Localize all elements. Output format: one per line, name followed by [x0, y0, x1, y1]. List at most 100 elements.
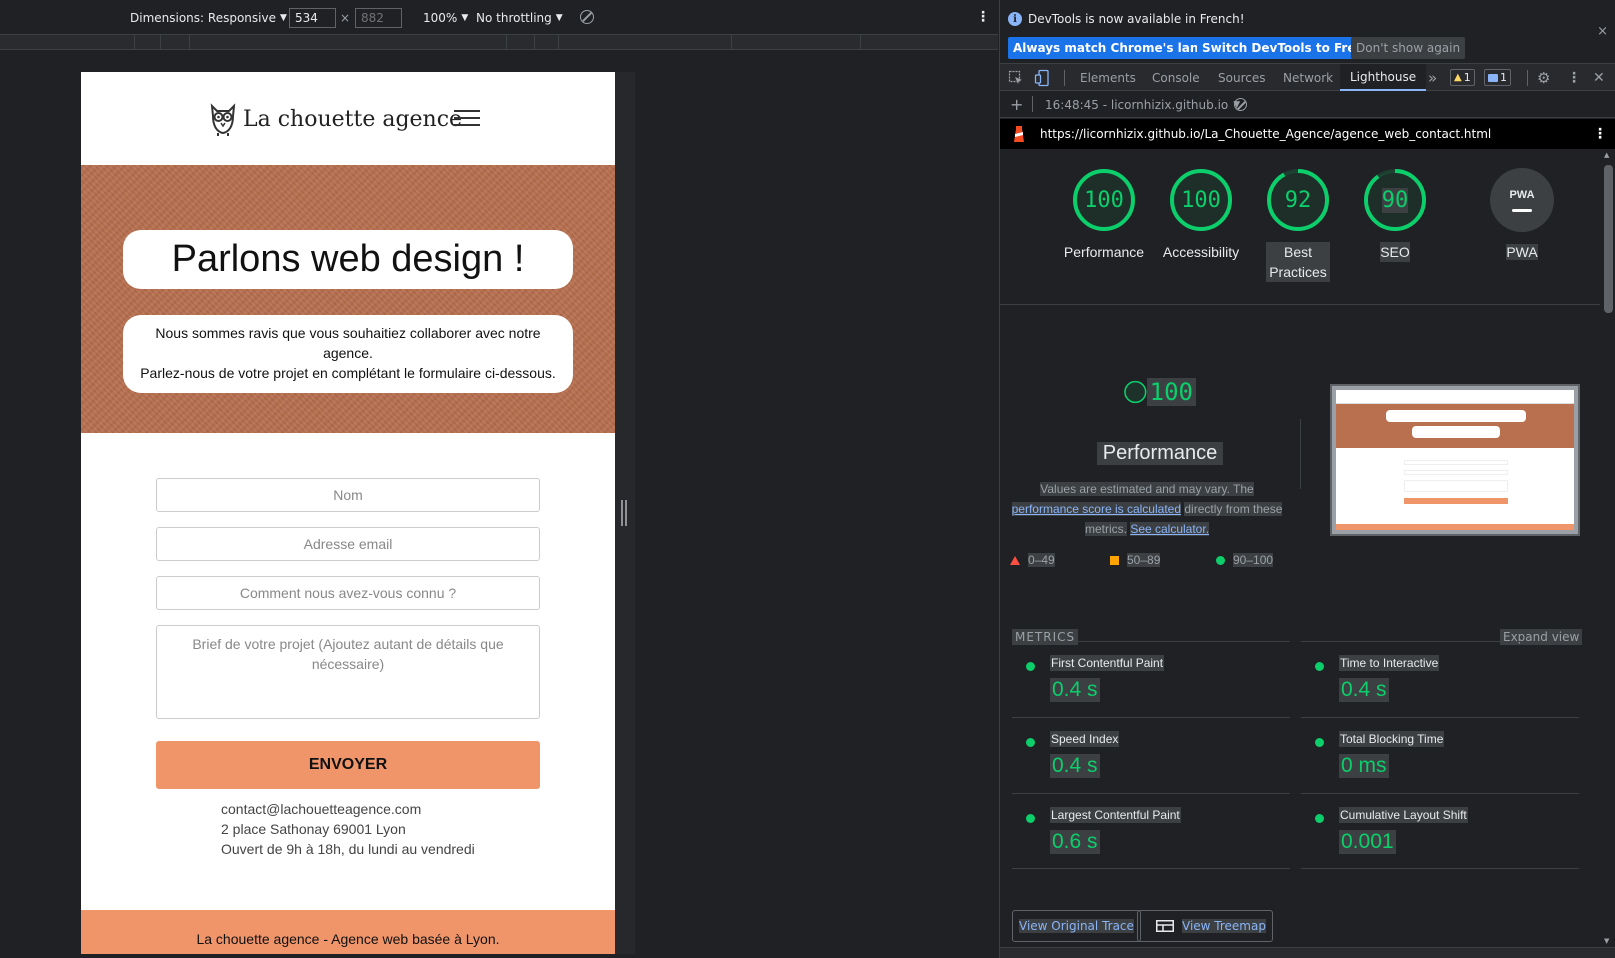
performance-big-score: 100 [1146, 378, 1196, 406]
email-input[interactable]: Adresse email [156, 527, 540, 561]
report-scrollbar[interactable]: ▲ ▼ [1601, 149, 1615, 947]
metric-value: 0.4 s [1050, 678, 1100, 702]
device-toolbar-icon[interactable] [1034, 64, 1050, 91]
gauge-seo[interactable]: 90 SEO [1349, 168, 1441, 262]
scrollbar-thumb[interactable] [1604, 165, 1613, 313]
view-original-trace-button[interactable]: View Original Trace [1012, 910, 1141, 942]
pass-circle-icon [1026, 738, 1035, 747]
infobar-message: i DevTools is now available in French! [1008, 12, 1245, 26]
clear-icon[interactable] [1234, 98, 1247, 111]
info-icon: i [1008, 12, 1022, 26]
gear-icon[interactable]: ⚙ [1537, 64, 1550, 91]
hamburger-menu-icon[interactable] [454, 110, 480, 126]
report-url-bar: https://licornhizix.github.io/La_Chouett… [1000, 119, 1615, 149]
gauge-accessibility[interactable]: 100 Accessibility [1155, 168, 1247, 262]
dimensions-dropdown[interactable]: Dimensions: Responsive ▼ [130, 11, 287, 25]
more-options-icon[interactable]: ⋮ [1567, 64, 1581, 91]
inspect-element-icon[interactable] [1008, 64, 1024, 91]
resize-handle[interactable] [621, 500, 627, 526]
pass-circle-icon [1026, 662, 1035, 671]
hero-text: Nous sommes ravis que vous souhaitiez co… [123, 315, 573, 393]
close-devtools-icon[interactable]: ✕ [1593, 64, 1605, 91]
zoom-dropdown[interactable]: 100% ▼ [423, 11, 468, 25]
plus-icon[interactable]: + [1010, 95, 1023, 114]
gauge-ring: 100 [1169, 168, 1233, 232]
pwa-badge-icon: PWA [1490, 168, 1554, 232]
thumbnail-page [1336, 390, 1574, 530]
performance-big-gauge: 100 [1124, 356, 1196, 428]
hero-title: Parlons web design ! [123, 230, 573, 289]
caret-down-icon: ▼ [555, 13, 563, 23]
rotate-disabled-icon[interactable] [580, 10, 594, 24]
legend-pass-label: 90–100 [1233, 553, 1274, 567]
scroll-up-icon[interactable]: ▲ [1604, 151, 1609, 159]
media-query-ruler[interactable] [0, 34, 998, 50]
view-treemap-button[interactable]: View Treemap [1137, 910, 1273, 942]
report-url[interactable]: https://licornhizix.github.io/La_Chouett… [1040, 127, 1491, 141]
device-toolbar: Dimensions: Responsive ▼ 534 × 882 100% … [0, 0, 998, 36]
more-options-icon[interactable]: ⋮ [976, 9, 990, 25]
name-input[interactable]: Nom [156, 478, 540, 512]
messages-badge[interactable]: 1 [1484, 69, 1511, 86]
height-input[interactable]: 882 [355, 8, 402, 28]
contact-hours: Ouvert de 9h à 18h, du lundi au vendredi [221, 841, 475, 857]
caret-down-icon: ▼ [461, 13, 469, 23]
gauge-pwa[interactable]: PWA PWA [1476, 168, 1568, 262]
more-options-icon[interactable]: ⋮ [1593, 126, 1607, 142]
tab-elements[interactable]: Elements [1080, 64, 1136, 91]
brief-textarea[interactable]: Brief de votre projet (Ajoutez autant de… [156, 625, 540, 719]
width-input[interactable]: 534 [289, 8, 336, 28]
gauge-ring: 92 [1266, 168, 1330, 232]
metric-time-to-interactive: Time to Interactive 0.4 s [1301, 641, 1579, 717]
pass-circle-icon [1315, 662, 1324, 671]
calculator-link[interactable]: See calculator. [1130, 522, 1210, 536]
gauge-label: Performance [1063, 244, 1145, 260]
view-treemap-label: View Treemap [1182, 919, 1266, 933]
contact-email[interactable]: contact@lachouetteagence.com [221, 799, 475, 819]
throttling-label: No throttling [476, 11, 552, 25]
warnings-badge[interactable]: ▲ 1 [1450, 69, 1475, 86]
more-tabs-icon[interactable]: » [1428, 64, 1437, 91]
report-selector[interactable]: 16:48:45 - licornhizix.github.io ▼ [1045, 98, 1240, 112]
source-input[interactable]: Comment nous avez-vous connu ? [156, 576, 540, 610]
gauge-ring: 100 [1072, 168, 1136, 232]
lighthouse-toolbar: + 16:48:45 - licornhizix.github.io ▼ [1000, 92, 1615, 118]
performance-note: Values are estimated and may vary. The p… [1008, 479, 1286, 539]
device-viewport-area: Dimensions: Responsive ▼ 534 × 882 100% … [0, 0, 998, 958]
tab-lighthouse[interactable]: Lighthouse [1340, 64, 1427, 91]
devtools-tabbar: Elements Console Sources Network Lightho… [1000, 63, 1615, 91]
tab-console[interactable]: Console [1152, 64, 1200, 91]
toolbar-divider [1064, 70, 1065, 86]
gauge-best-practices[interactable]: 92 Best Practices [1252, 168, 1344, 282]
average-square-icon [1110, 555, 1119, 565]
legend-pass: 90–100 [1216, 553, 1274, 567]
tab-sources[interactable]: Sources [1218, 64, 1265, 91]
close-icon[interactable]: × [1597, 24, 1608, 39]
submit-button[interactable]: ENVOYER [156, 741, 540, 789]
gauge-score: 100 [1181, 187, 1221, 213]
language-infobar: i DevTools is now available in French! A… [1000, 0, 1615, 62]
devtools-drawer[interactable] [1000, 947, 1615, 958]
fail-triangle-icon [1010, 555, 1020, 565]
toolbar-divider [1527, 70, 1528, 86]
final-screenshot-thumbnail[interactable] [1330, 384, 1580, 536]
gauge-performance[interactable]: 100 Performance [1058, 168, 1150, 262]
tab-network[interactable]: Network [1283, 64, 1333, 91]
throttling-dropdown[interactable]: No throttling ▼ [476, 11, 563, 25]
pass-circle-icon [1216, 555, 1225, 565]
scroll-down-icon[interactable]: ▼ [1604, 937, 1609, 945]
footer-text: La chouette agence - Agence web basée à … [196, 931, 500, 947]
gauge-score: 92 [1284, 187, 1312, 213]
site-footer: La chouette agence - Agence web basée à … [81, 910, 615, 954]
site-logo[interactable]: La chouette agence [209, 102, 462, 136]
perf-score-link[interactable]: performance score is calculated [1011, 502, 1182, 516]
hero-text-line-2: Parlez-nous de votre projet en complétan… [140, 365, 556, 381]
contact-address: 2 place Sathonay 69001 Lyon [221, 821, 406, 837]
metric-first-contentful-paint: First Contentful Paint 0.4 s [1012, 641, 1290, 717]
report-selector-label: 16:48:45 - licornhizix.github.io [1045, 97, 1229, 112]
metric-value: 0.001 [1339, 830, 1396, 854]
gauge-label: SEO [1380, 242, 1410, 262]
performance-big-title: Performance [1096, 442, 1224, 465]
dont-show-button[interactable]: Don't show again [1351, 37, 1466, 59]
gauge-score: 90 [1381, 187, 1409, 213]
